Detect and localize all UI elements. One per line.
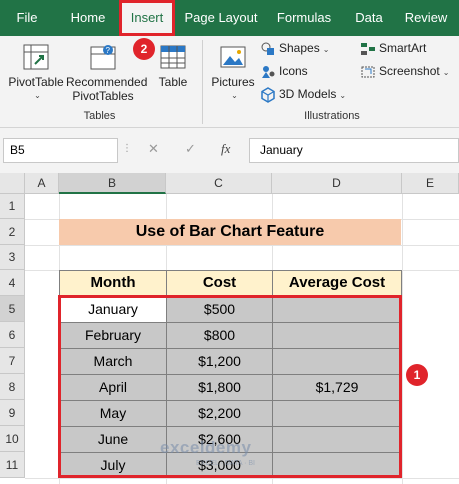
- column-header-a[interactable]: A: [25, 173, 59, 194]
- 3d-models-button[interactable]: 3D Models ⌄: [260, 84, 346, 104]
- screenshot-button[interactable]: Screenshot ⌄: [360, 61, 449, 81]
- recommended-label-1: Recommended: [66, 75, 148, 89]
- icons-button[interactable]: Icons: [260, 61, 308, 81]
- step-badge-1: 1: [406, 364, 428, 386]
- more-options-icon[interactable]: ⋮: [122, 143, 132, 154]
- tables-group-label: Tables: [83, 110, 116, 122]
- row-header-5[interactable]: 5: [0, 296, 25, 322]
- pictures-icon: [220, 46, 246, 68]
- pivottable-icon: [23, 44, 49, 70]
- watermark-subtitle: EXCEL · DATA · BI: [196, 460, 255, 467]
- row-header-4[interactable]: 4: [0, 270, 25, 296]
- header-cost[interactable]: Cost: [166, 270, 273, 296]
- icons-label: Icons: [279, 64, 308, 78]
- row-header-8[interactable]: 8: [0, 374, 25, 400]
- shapes-icon: [261, 42, 274, 55]
- table-button[interactable]: Table: [153, 42, 193, 89]
- cube-icon: [261, 86, 275, 103]
- tab-page-layout[interactable]: Page Layout: [182, 0, 260, 36]
- row-header-6[interactable]: 6: [0, 322, 25, 348]
- tab-data[interactable]: Data: [348, 0, 390, 36]
- formula-bar: B5 ⋮ ✕ ✓ fx January: [0, 128, 459, 173]
- row-header-1[interactable]: 1: [0, 194, 25, 219]
- name-box[interactable]: B5: [3, 138, 118, 163]
- pictures-button[interactable]: Pictures ⌄: [208, 42, 258, 103]
- chevron-down-icon: ⌄: [442, 68, 450, 77]
- illustrations-group-label: Illustrations: [304, 110, 360, 122]
- screenshot-icon: [361, 66, 375, 78]
- svg-text:?: ?: [106, 46, 111, 55]
- smartart-icon: [361, 42, 375, 55]
- row-header-7[interactable]: 7: [0, 348, 25, 374]
- tab-formulas[interactable]: Formulas: [272, 0, 336, 36]
- ribbon-insert: PivotTable ⌄ ? Recommended PivotTables T…: [0, 36, 459, 128]
- pivottable-label: PivotTable: [8, 75, 64, 89]
- chevron-down-icon: ⌄: [231, 91, 238, 100]
- column-header-e[interactable]: E: [402, 173, 459, 194]
- column-header-b[interactable]: B: [59, 173, 166, 194]
- pictures-label: Pictures: [211, 75, 255, 89]
- cancel-icon[interactable]: ✕: [148, 141, 159, 157]
- pivottable-button[interactable]: PivotTable ⌄: [6, 42, 66, 103]
- exceldemy-watermark: exceldemy: [160, 438, 252, 457]
- row-header-9[interactable]: 9: [0, 400, 25, 426]
- recommended-pivottables-button[interactable]: ? Recommended PivotTables: [66, 42, 148, 103]
- step-badge-2: 2: [133, 38, 155, 60]
- table-icon: [160, 45, 186, 69]
- formula-input[interactable]: January: [249, 138, 459, 163]
- header-average-cost[interactable]: Average Cost: [272, 270, 402, 296]
- row-header-3[interactable]: 3: [0, 245, 25, 270]
- screenshot-label: Screenshot: [379, 64, 440, 78]
- column-header-c[interactable]: C: [166, 173, 272, 194]
- enter-check-icon[interactable]: ✓: [185, 141, 196, 157]
- row-header-10[interactable]: 10: [0, 426, 25, 452]
- tab-review[interactable]: Review: [400, 0, 452, 36]
- gridline: [25, 478, 459, 479]
- column-header-d[interactable]: D: [272, 173, 402, 194]
- smartart-label: SmartArt: [379, 41, 427, 55]
- ribbon-tab-bar: File Home Insert Page Layout Formulas Da…: [0, 0, 459, 36]
- tab-file[interactable]: File: [8, 0, 46, 36]
- 3d-models-label: 3D Models: [279, 87, 337, 101]
- header-month[interactable]: Month: [59, 270, 167, 296]
- gridline: [25, 245, 459, 246]
- ribbon-separator: [202, 40, 203, 124]
- function-fx-icon[interactable]: fx: [221, 141, 230, 157]
- smartart-button[interactable]: SmartArt: [360, 38, 426, 58]
- table-label: Table: [158, 75, 188, 89]
- recommended-pivottables-icon: ?: [90, 45, 116, 70]
- chevron-down-icon: ⌄: [322, 45, 330, 54]
- select-all-corner[interactable]: [0, 173, 25, 194]
- row-header-11[interactable]: 11: [0, 452, 25, 478]
- tab-insert[interactable]: Insert: [119, 0, 175, 36]
- recommended-label-2: PivotTables: [72, 89, 134, 103]
- shapes-button[interactable]: Shapes ⌄: [260, 38, 329, 58]
- shapes-label: Shapes: [279, 41, 320, 55]
- gridline: [402, 194, 403, 484]
- chevron-down-icon: ⌄: [34, 91, 41, 100]
- sheet-title[interactable]: Use of Bar Chart Feature: [59, 219, 401, 245]
- chevron-down-icon: ⌄: [339, 91, 347, 100]
- tab-home[interactable]: Home: [62, 0, 114, 36]
- row-header-2[interactable]: 2: [0, 219, 25, 245]
- icons-icon: [262, 65, 275, 78]
